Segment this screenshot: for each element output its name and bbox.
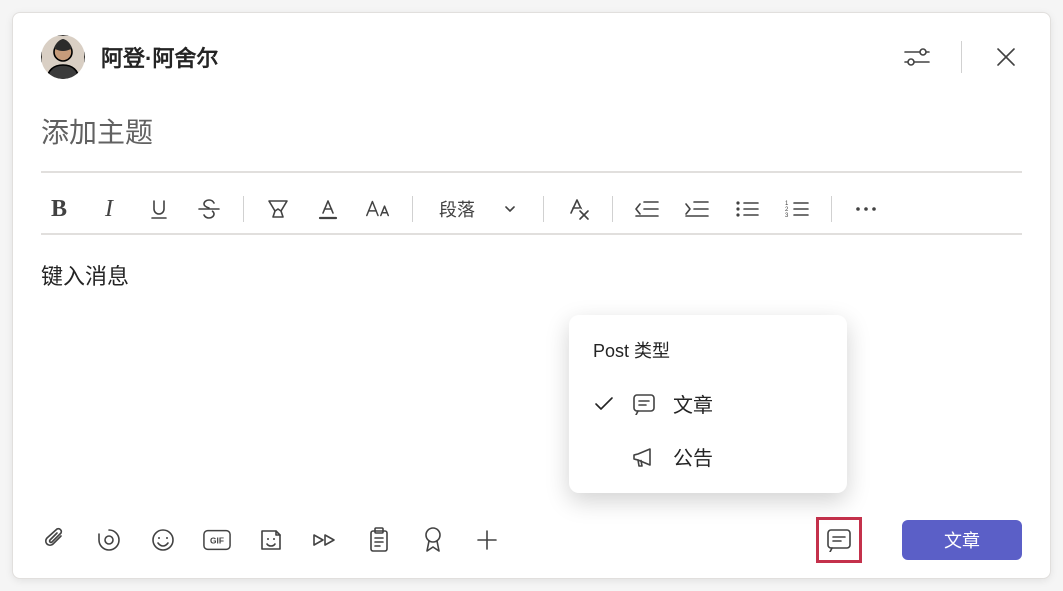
post-type-button[interactable] bbox=[816, 517, 862, 563]
underline-button[interactable] bbox=[145, 195, 173, 223]
decrease-indent-button[interactable] bbox=[633, 195, 661, 223]
header-row: 阿登·阿舍尔 bbox=[41, 31, 1022, 83]
bullet-list-button[interactable] bbox=[733, 195, 761, 223]
fmt-group-basic: B I bbox=[41, 195, 243, 223]
message-body-input[interactable] bbox=[41, 259, 1022, 363]
close-icon[interactable] bbox=[990, 41, 1022, 73]
numbered-list-button[interactable]: 123 bbox=[783, 195, 811, 223]
gif-icon[interactable]: GIF bbox=[203, 526, 231, 554]
sticker-icon[interactable] bbox=[257, 526, 285, 554]
settings-sliders-icon[interactable] bbox=[901, 41, 933, 73]
chevron-down-icon bbox=[503, 202, 517, 216]
font-color-button[interactable] bbox=[314, 195, 342, 223]
strikethrough-button[interactable] bbox=[195, 195, 223, 223]
format-toolbar: B I 段落 bbox=[41, 185, 1022, 235]
fmt-group-more bbox=[832, 195, 900, 223]
post-type-popup: Post 类型 文章 公告 bbox=[569, 315, 847, 493]
compose-card: 阿登·阿舍尔 B I bbox=[12, 12, 1051, 579]
fmt-group-indent: 123 bbox=[613, 195, 831, 223]
subject-input[interactable] bbox=[41, 117, 1022, 149]
post-type-popup-title: Post 类型 bbox=[569, 331, 847, 377]
post-type-option-announcement[interactable]: 公告 bbox=[569, 430, 847, 483]
font-size-button[interactable] bbox=[364, 195, 392, 223]
italic-button[interactable]: I bbox=[95, 195, 123, 223]
fmt-group-clear bbox=[544, 195, 612, 223]
megaphone-icon bbox=[631, 444, 657, 470]
fmt-group-style: 段落 bbox=[413, 195, 543, 223]
author-name: 阿登·阿舍尔 bbox=[101, 41, 885, 73]
vertical-divider bbox=[961, 41, 962, 73]
post-type-option-conversation[interactable]: 文章 bbox=[569, 377, 847, 430]
check-icon bbox=[593, 396, 615, 412]
emoji-icon[interactable] bbox=[149, 526, 177, 554]
loop-icon[interactable] bbox=[95, 526, 123, 554]
more-formatting-button[interactable] bbox=[852, 195, 880, 223]
highlighter-button[interactable] bbox=[264, 195, 292, 223]
body-area bbox=[41, 235, 1022, 520]
bold-button[interactable]: B bbox=[45, 195, 73, 223]
praise-badge-icon[interactable] bbox=[419, 526, 447, 554]
subject-row bbox=[41, 117, 1022, 173]
stream-icon[interactable] bbox=[311, 526, 339, 554]
post-type-option-label: 文章 bbox=[673, 389, 713, 418]
send-button-label: 文章 bbox=[944, 527, 980, 553]
header-actions bbox=[901, 41, 1022, 73]
paragraph-style-label: 段落 bbox=[439, 196, 475, 222]
send-button[interactable]: 文章 bbox=[902, 520, 1022, 560]
svg-text:3: 3 bbox=[785, 213, 789, 219]
post-type-icon bbox=[826, 528, 852, 552]
post-type-option-label: 公告 bbox=[673, 442, 713, 471]
paragraph-style-dropdown[interactable]: 段落 bbox=[433, 196, 523, 222]
plus-icon[interactable] bbox=[473, 526, 501, 554]
avatar bbox=[41, 35, 85, 79]
paperclip-icon[interactable] bbox=[41, 526, 69, 554]
increase-indent-button[interactable] bbox=[683, 195, 711, 223]
bottom-toolbar: GIF 文章 bbox=[41, 520, 1022, 560]
svg-text:GIF: GIF bbox=[210, 536, 224, 546]
fmt-group-color bbox=[244, 195, 412, 223]
conversation-icon bbox=[631, 391, 657, 417]
clear-formatting-button[interactable] bbox=[564, 195, 592, 223]
clipboard-icon[interactable] bbox=[365, 526, 393, 554]
